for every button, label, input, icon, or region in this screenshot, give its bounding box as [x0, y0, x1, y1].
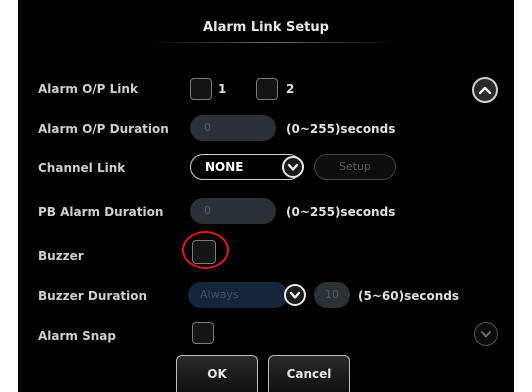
- scroll-up-button[interactable]: [472, 77, 498, 103]
- buzzer-duration-input[interactable]: 10: [314, 282, 350, 308]
- chevron-down-icon: [287, 163, 299, 171]
- alarm-link-setup-dialog: Alarm Link Setup Alarm O/P Link 1 2 Alar…: [18, 0, 514, 392]
- chevron-down-icon: [289, 291, 301, 299]
- buzzer-duration-value: Always: [200, 288, 239, 301]
- chevron-up-icon: [478, 86, 492, 95]
- alarm-op-duration-label: Alarm O/P Duration: [38, 122, 169, 136]
- alarm-op-link-2-checkbox[interactable]: [256, 78, 278, 100]
- alarm-snap-label: Alarm Snap: [38, 329, 116, 343]
- channel-link-label: Channel Link: [38, 161, 126, 175]
- channel-link-dropdown-button[interactable]: [282, 156, 304, 178]
- channel-link-value: NONE: [205, 160, 244, 174]
- alarm-op-duration-unit: (0~255)seconds: [286, 122, 396, 136]
- alarm-op-link-1-checkbox[interactable]: [190, 78, 212, 100]
- alarm-op-link-1-label: 1: [218, 82, 227, 96]
- alarm-op-duration-input[interactable]: 0: [190, 115, 276, 141]
- scroll-down-button[interactable]: [474, 322, 498, 346]
- highlight-circle: [182, 231, 229, 269]
- alarm-snap-checkbox[interactable]: [192, 322, 214, 344]
- setup-button[interactable]: Setup: [314, 154, 396, 180]
- chevron-down-icon: [481, 330, 491, 337]
- buzzer-duration-dropdown-button[interactable]: [284, 284, 306, 306]
- alarm-op-link-2-label: 2: [286, 82, 295, 96]
- buzzer-duration-select[interactable]: Always: [188, 282, 288, 308]
- dialog-title: Alarm Link Setup: [203, 20, 329, 35]
- buzzer-duration-label: Buzzer Duration: [38, 289, 148, 303]
- buzzer-label: Buzzer: [38, 249, 84, 263]
- alarm-op-link-label: Alarm O/P Link: [38, 82, 138, 96]
- pb-alarm-duration-unit: (0~255)seconds: [286, 205, 396, 219]
- ok-button[interactable]: OK: [176, 355, 258, 392]
- cancel-button[interactable]: Cancel: [268, 355, 350, 392]
- pb-alarm-duration-input[interactable]: 0: [190, 198, 276, 224]
- pb-alarm-duration-label: PB Alarm Duration: [38, 205, 164, 219]
- buzzer-duration-unit: (5~60)seconds: [358, 289, 459, 303]
- title-divider: [148, 42, 398, 43]
